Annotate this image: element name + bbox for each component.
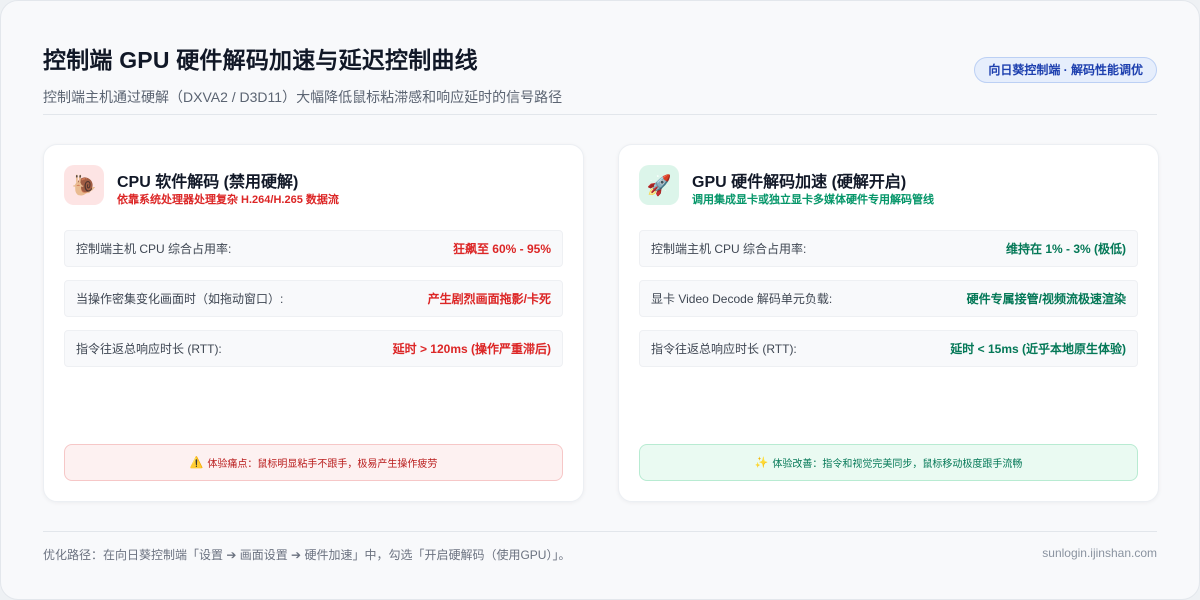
page-footer: 优化路径：在向日葵控制端「设置 ➔ 画面设置 ➔ 硬件加速」中，勾选「开启硬解码… [43, 531, 1157, 571]
category-badge: 向日葵控制端 · 解码性能调优 [974, 57, 1157, 83]
metric-row: 控制端主机 CPU 综合占用率: 维持在 1% - 3% (极低) [639, 230, 1138, 267]
gpu-decode-card: 🚀 GPU 硬件解码加速 (硬解开启) 调用集成显卡或独立显卡多媒体硬件专用解码… [618, 144, 1159, 502]
page-header: 控制端 GPU 硬件解码加速与延迟控制曲线 控制端主机通过硬解（DXVA2 / … [43, 41, 1157, 115]
metric-value: 维持在 1% - 3% (极低) [1005, 242, 1126, 256]
warning-icon: ⚠️ [189, 457, 204, 469]
sparkles-icon: ✨ [754, 457, 769, 469]
metric-value: 延时 < 15ms (近乎本地原生体验) [950, 342, 1126, 356]
metric-row: 当操作密集变化画面时（如拖动窗口）: 产生剧烈画面拖影/卡死 [64, 280, 563, 317]
metric-row: 指令往返总响应时长 (RTT): 延时 > 120ms (操作严重滞后) [64, 330, 563, 367]
metric-row: 控制端主机 CPU 综合占用率: 狂飙至 60% - 95% [64, 230, 563, 267]
note-text: 体验改善：指令和视觉完美同步，鼠标移动极度跟手流畅 [772, 459, 1023, 470]
improvement-note: ✨ 体验改善：指令和视觉完美同步，鼠标移动极度跟手流畅 [639, 444, 1138, 481]
optimization-path-text: 优化路径：在向日葵控制端「设置 ➔ 画面设置 ➔ 硬件加速」中，勾选「开启硬解码… [43, 548, 571, 562]
pain-point-note: ⚠️ 体验痛点：鼠标明显粘手不跟手，极易产生操作疲劳 [64, 444, 563, 481]
card-description: 调用集成显卡或独立显卡多媒体硬件专用解码管线 [692, 194, 934, 206]
rocket-icon: 🚀 [639, 165, 679, 205]
metric-label: 指令往返总响应时长 (RTT): [651, 342, 797, 356]
note-text: 体验痛点：鼠标明显粘手不跟手，极易产生操作疲劳 [207, 459, 438, 470]
metric-label: 指令往返总响应时长 (RTT): [76, 342, 222, 356]
metric-row: 显卡 Video Decode 解码单元负载: 硬件专属接管/视频流极速渲染 [639, 280, 1138, 317]
page-frame: 控制端 GPU 硬件解码加速与延迟控制曲线 控制端主机通过硬解（DXVA2 / … [0, 0, 1200, 600]
metric-label: 控制端主机 CPU 综合占用率: [76, 242, 232, 256]
metric-value: 狂飙至 60% - 95% [452, 242, 551, 256]
metric-row: 指令往返总响应时长 (RTT): 延时 < 15ms (近乎本地原生体验) [639, 330, 1138, 367]
page-subtitle: 控制端主机通过硬解（DXVA2 / D3D11）大幅降低鼠标粘滞感和响应延时的信… [43, 89, 563, 105]
cpu-decode-card: 🐌 CPU 软件解码 (禁用硬解) 依靠系统处理器处理复杂 H.264/H.26… [43, 144, 584, 502]
metric-label: 当操作密集变化画面时（如拖动窗口）: [76, 292, 284, 306]
metric-label: 显卡 Video Decode 解码单元负载: [651, 292, 833, 306]
footer-url: sunlogin.ijinshan.com [1042, 546, 1157, 560]
card-title: GPU 硬件解码加速 (硬解开启) [692, 174, 907, 191]
metric-value: 产生剧烈画面拖影/卡死 [427, 292, 551, 306]
snail-icon: 🐌 [64, 165, 104, 205]
card-title: CPU 软件解码 (禁用硬解) [117, 174, 299, 191]
metric-label: 控制端主机 CPU 综合占用率: [651, 242, 807, 256]
metric-value: 硬件专属接管/视频流极速渲染 [966, 292, 1126, 306]
metric-value: 延时 > 120ms (操作严重滞后) [392, 342, 551, 356]
card-description: 依靠系统处理器处理复杂 H.264/H.265 数据流 [117, 194, 339, 206]
